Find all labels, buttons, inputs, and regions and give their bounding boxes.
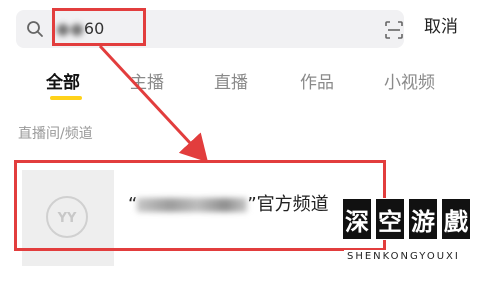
watermark-char: 空 <box>375 198 405 240</box>
watermark-char: 深 <box>342 198 372 240</box>
tab-live[interactable]: 直播 <box>214 68 248 93</box>
search-icon <box>27 21 43 37</box>
watermark-char: 戲 <box>441 198 471 240</box>
active-tab-indicator <box>50 96 82 100</box>
annotation-box-result <box>14 160 386 251</box>
watermark-char: 游 <box>408 198 438 240</box>
tab-short-video[interactable]: 小视频 <box>384 68 435 93</box>
cancel-button[interactable]: 取消 <box>424 16 458 38</box>
tab-works[interactable]: 作品 <box>300 68 334 93</box>
scan-icon[interactable] <box>384 20 404 40</box>
result-tabs: 全部 主播 直播 作品 小视频 <box>0 68 500 108</box>
watermark-subtitle: SHENKONGYOUXI <box>344 250 463 263</box>
annotation-box-search <box>52 8 146 46</box>
tab-streamer[interactable]: 主播 <box>130 68 164 93</box>
search-results-page: ●●60 取消 全部 主播 直播 作品 小视频 直播间/频道 YY “”官方频道 <box>0 0 500 299</box>
watermark-logo: 深 空 游 戲 SHENKONGYOUXI <box>338 192 488 287</box>
tab-all[interactable]: 全部 <box>46 68 80 93</box>
section-heading: 直播间/频道 <box>18 126 93 142</box>
